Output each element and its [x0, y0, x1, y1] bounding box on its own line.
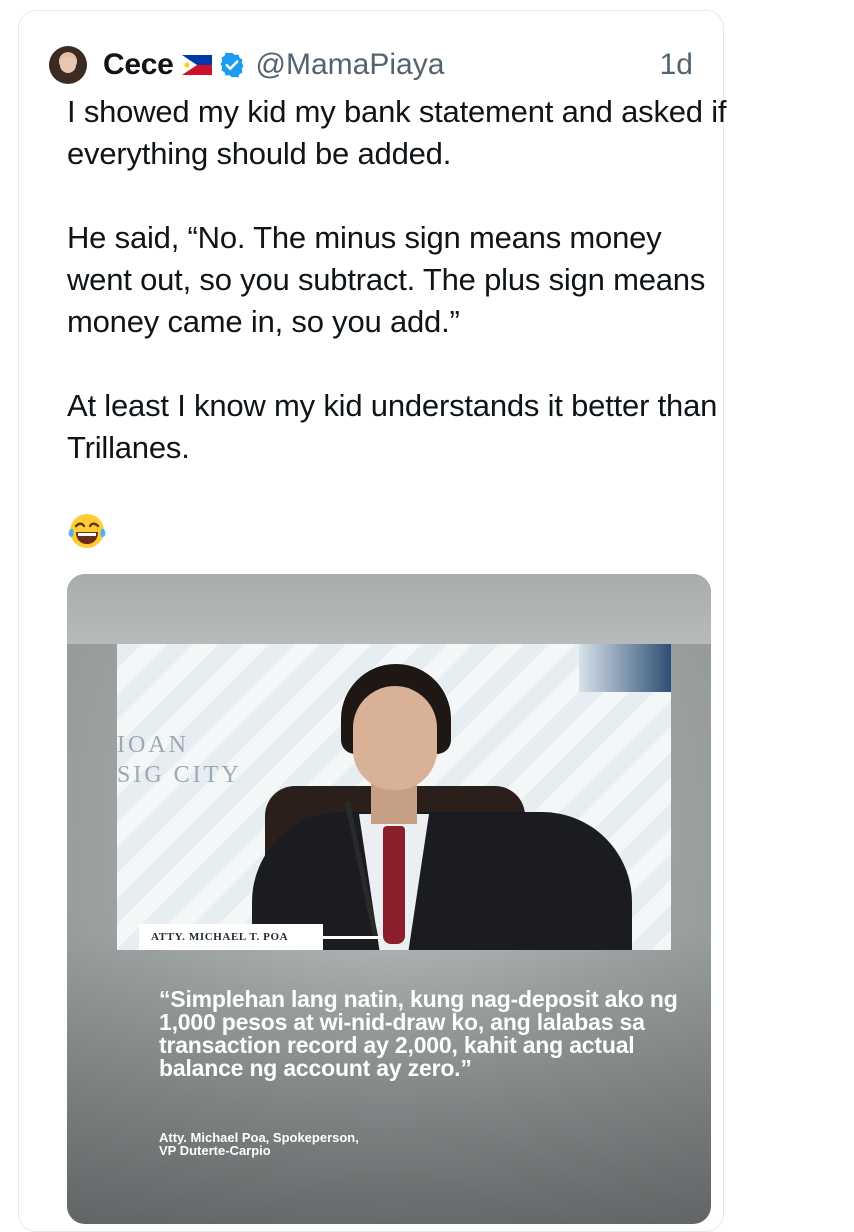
author-handle[interactable]: @MamaPiaya [256, 48, 445, 82]
quote-attribution: Atty. Michael Poa, Spokeperson, VP Duter… [159, 1131, 489, 1157]
tweet-card[interactable]: Cece @MamaPiaya 1d I showed my kid my ba… [18, 10, 727, 1232]
tweet-paragraph: I showed my kid my bank statement and as… [67, 94, 727, 171]
tweet-paragraph: He said, “No. The minus sign means money… [67, 220, 706, 339]
tweet-header: Cece @MamaPiaya 1d [49, 37, 693, 93]
quote-caption: “Simplehan lang natin, kung nag-deposit … [159, 986, 678, 1081]
red-tie [383, 826, 405, 944]
attribution-line: VP Duterte-Carpio [159, 1143, 271, 1158]
nameplate-bar [323, 936, 383, 939]
avatar[interactable] [49, 46, 87, 84]
tweet-paragraph: At least I know my kid understands it be… [67, 388, 718, 465]
backdrop-text-line: SIG CITY [117, 762, 242, 788]
verified-badge-icon [218, 51, 246, 79]
author-name[interactable]: Cece [103, 48, 174, 82]
nameplate-caption: ATTY. MICHAEL T. POA [139, 924, 323, 950]
tweet-media-image[interactable]: IOAN SIG CITY ATTY. MICHAEL T. POA “Simp… [67, 574, 711, 1224]
media-blurred-background [67, 574, 711, 644]
face [353, 686, 437, 790]
tears-of-joy-emoji-icon [67, 511, 107, 556]
tweet-text: I showed my kid my bank statement and as… [67, 91, 727, 511]
tweet-timestamp[interactable]: 1d [660, 48, 693, 82]
philippines-flag-icon [181, 55, 212, 75]
backdrop-text: IOAN SIG CITY [117, 730, 242, 790]
press-briefing-photo: IOAN SIG CITY ATTY. MICHAEL T. POA [117, 644, 671, 950]
backdrop-text-line: IOAN [117, 732, 189, 758]
seal-graphic [579, 644, 671, 692]
